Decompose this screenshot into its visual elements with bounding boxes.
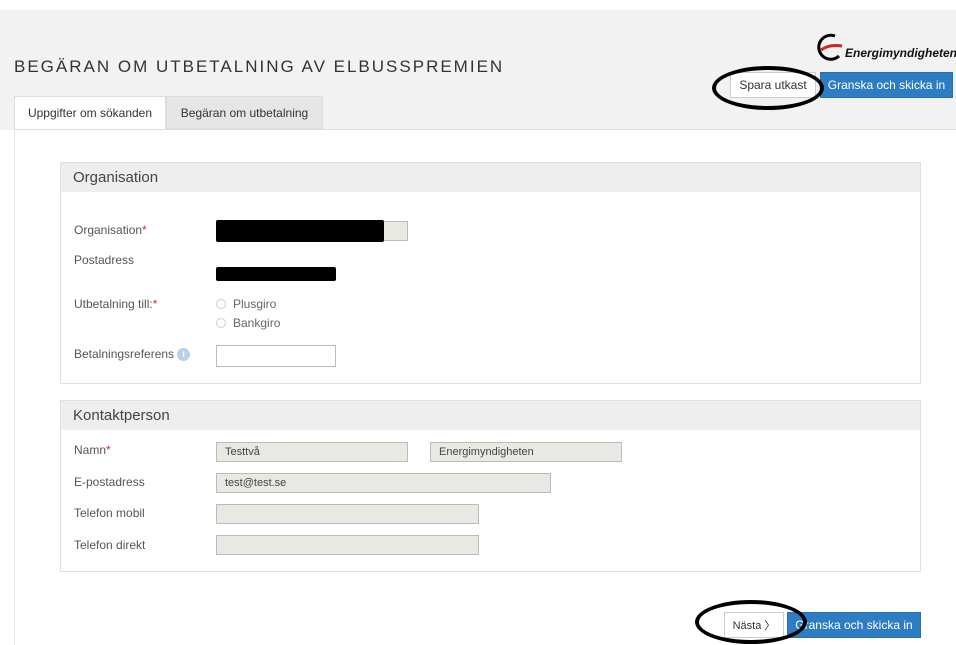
email-field[interactable]: test@test.se: [216, 473, 551, 493]
radio-circle[interactable]: [216, 299, 226, 309]
review-submit-button-bottom[interactable]: Granska och skicka in: [787, 612, 921, 638]
logo-text: Energimyndigheten: [845, 46, 956, 60]
name-label: Namn*: [74, 443, 111, 457]
payment-reference-input[interactable]: [216, 345, 336, 367]
radio-bankgiro[interactable]: Bankgiro: [216, 316, 280, 330]
energimyndigheten-logo: Energimyndigheten: [813, 32, 956, 64]
organisation-label: Organisation*: [74, 223, 147, 237]
organisation-heading: Organisation: [61, 163, 920, 192]
redacted-postal-address: [216, 267, 336, 281]
review-submit-button-top[interactable]: Granska och skicka in: [820, 72, 953, 98]
contact-heading: Kontaktperson: [61, 401, 920, 430]
radio-circle[interactable]: [216, 318, 226, 328]
organisation-panel: Organisation Organisation* Postadress Ut…: [60, 162, 921, 384]
page-title: BEGÄRAN OM UTBETALNING AV ELBUSSPREMIEN: [14, 57, 505, 76]
next-button[interactable]: Nästa 〉: [724, 612, 784, 638]
email-label: E-postadress: [74, 475, 145, 489]
payment-reference-label: Betalningsreferens i: [74, 347, 191, 362]
tab-applicant-details[interactable]: Uppgifter om sökanden: [14, 96, 166, 130]
logo-swoosh-icon: [817, 33, 843, 61]
content-border: [14, 130, 15, 645]
first-name-field[interactable]: Testtvå: [216, 442, 408, 462]
payment-to-label: Utbetalning till:*: [74, 297, 158, 311]
info-icon[interactable]: i: [177, 348, 191, 362]
radio-plusgiro[interactable]: Plusgiro: [216, 297, 276, 311]
contact-panel: Kontaktperson Namn* Testtvå Energimyndig…: [60, 400, 921, 572]
direct-phone-field[interactable]: [216, 535, 479, 555]
tab-payment-request[interactable]: Begäran om utbetalning: [166, 96, 323, 129]
tabs-divider: [14, 129, 956, 130]
direct-phone-label: Telefon direkt: [74, 538, 146, 552]
last-name-field[interactable]: Energimyndigheten: [430, 442, 622, 462]
mobile-phone-field[interactable]: [216, 504, 479, 524]
save-draft-button[interactable]: Spara utkast: [730, 72, 816, 98]
postal-address-label: Postadress: [74, 253, 135, 267]
redacted-organisation: [216, 220, 384, 242]
mobile-phone-label: Telefon mobil: [74, 506, 145, 520]
